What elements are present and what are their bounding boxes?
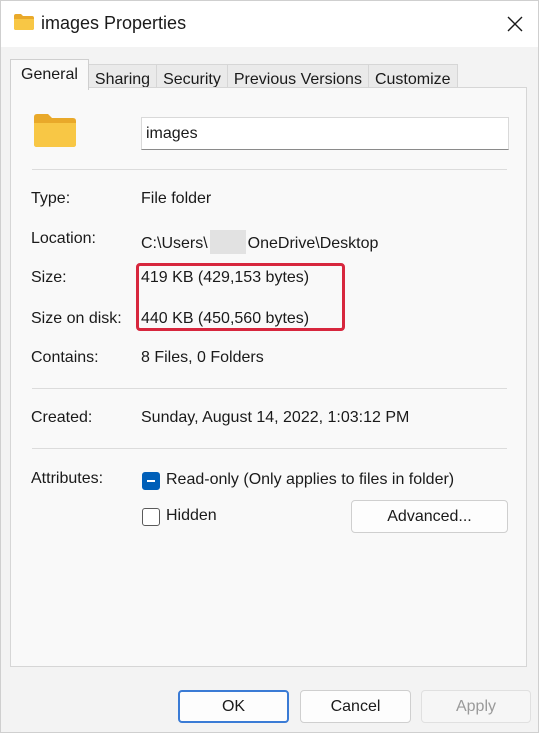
type-value: File folder: [141, 190, 212, 207]
created-value: Sunday, August 14, 2022, 1:03:12 PM: [141, 409, 410, 426]
contains-label: Contains:: [31, 349, 99, 366]
folder-icon: [14, 14, 34, 30]
divider: [32, 388, 507, 389]
size-on-disk-value: 440 KB (450,560 bytes): [141, 310, 310, 327]
location-prefix: C:\Users\: [141, 235, 208, 252]
location-value: C:\Users\ OneDrive\Desktop: [141, 230, 378, 254]
ok-button[interactable]: OK: [178, 690, 289, 723]
size-value: 419 KB (429,153 bytes): [141, 269, 310, 286]
folder-name-input[interactable]: [141, 117, 509, 150]
apply-button[interactable]: Apply: [421, 690, 531, 723]
read-only-checkbox[interactable]: [142, 472, 160, 490]
type-label: Type:: [31, 190, 71, 207]
size-label: Size:: [31, 269, 67, 286]
divider: [32, 448, 507, 449]
created-label: Created:: [31, 409, 93, 426]
tab-general[interactable]: General: [10, 59, 89, 90]
location-suffix: OneDrive\Desktop: [247, 235, 379, 252]
size-on-disk-label: Size on disk:: [31, 310, 122, 327]
hidden-label[interactable]: Hidden: [166, 507, 217, 525]
attributes-label: Attributes:: [31, 470, 104, 487]
location-label: Location:: [31, 230, 96, 247]
close-icon: [507, 16, 523, 32]
title-bar[interactable]: images Properties: [1, 1, 538, 47]
close-button[interactable]: [496, 5, 534, 43]
tab-strip: General Sharing Security Previous Versio…: [10, 59, 458, 93]
contains-value: 8 Files, 0 Folders: [141, 349, 264, 366]
cancel-button[interactable]: Cancel: [300, 690, 411, 723]
read-only-label[interactable]: Read-only (Only applies to files in fold…: [166, 471, 454, 489]
folder-icon: [34, 114, 76, 147]
window-title: images Properties: [41, 13, 187, 33]
redacted-username: [209, 230, 246, 254]
divider: [32, 169, 507, 170]
general-panel: Type: File folder Location: C:\Users\ One…: [10, 87, 527, 667]
hidden-checkbox[interactable]: [142, 508, 160, 526]
properties-dialog: images Properties General Sharing Securi…: [0, 0, 539, 733]
advanced-button[interactable]: Advanced...: [351, 500, 508, 533]
